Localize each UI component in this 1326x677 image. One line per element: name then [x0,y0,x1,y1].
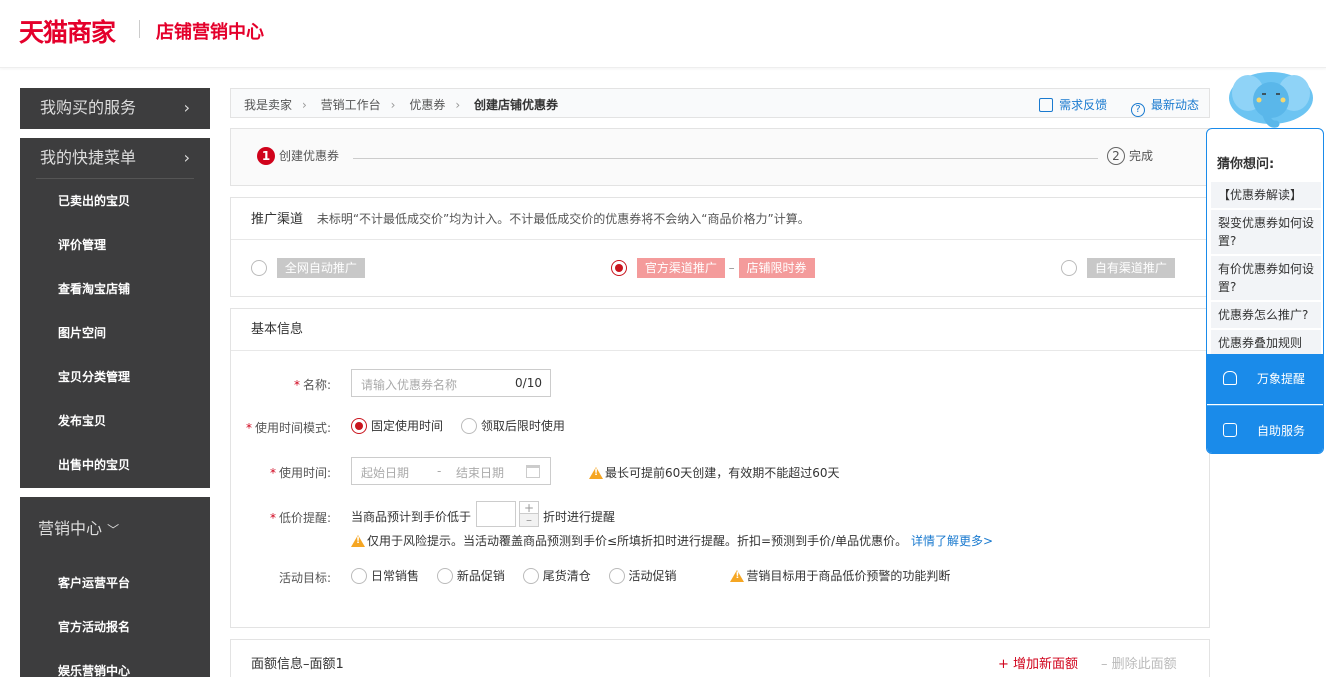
help-panel: 猜你想问: 【优惠券解读】 裂变优惠券如何设置? 有价优惠券如何设置? 优惠券怎… [1206,128,1324,454]
news-link[interactable]: ? 最新动态 [1130,98,1199,117]
tmall-logo[interactable]: 天猫商家 [19,13,116,49]
time-mode-fixed-radio[interactable] [351,418,367,434]
chevron-right-icon: › [302,98,307,112]
crumb-seller[interactable]: 我是卖家 [244,98,292,112]
char-count: 0/10 [515,376,542,390]
sidebar-item-view-shop[interactable]: 查看淘宝店铺 [20,267,210,311]
quick-menu-header[interactable]: 我的快捷菜单 › [20,138,210,178]
top-header: 天猫商家 店铺营销中心 [0,0,1326,68]
help-question[interactable]: 优惠券怎么推广? [1211,302,1321,328]
warning-icon [589,467,603,479]
help-question[interactable]: 有价优惠券如何设置? [1211,256,1321,300]
face-value-title: 面额信息–面额1 [251,657,344,672]
chevron-right-icon: › [390,98,396,112]
sidebar-item-images[interactable]: 图片空间 [20,311,210,355]
channel-option-auto[interactable]: 全网自动推广 [251,258,365,278]
goal-promo-radio[interactable] [608,568,625,584]
step-create: 1 创建优惠券 [257,147,339,165]
warning-icon [351,535,365,547]
channel-note: 未标明“不计最低成交价”均为计入。不计最低成交价的优惠券将不会纳入“商品价格力”… [316,212,810,226]
help-question[interactable]: 优惠券叠加规则 [1211,330,1321,356]
help-question[interactable]: 裂变优惠券如何设置? [1211,210,1321,254]
breadcrumb: 我是卖家 › 营销工作台 › 优惠券 › 创建店铺优惠券 需求反馈 ? 最新动态 [230,88,1210,118]
coupon-name-input[interactable]: 请输入优惠券名称 0/10 [351,369,551,397]
face-value-panel: 面额信息–面额1 + 增加新面额 – 删除此面额 [230,639,1210,677]
sidebar-marketing: 营销中心 ﹀ 客户运营平台 官方活动报名 娱乐营销中心 [20,497,210,677]
crumb-current: 创建店铺优惠券 [473,98,558,112]
learn-more-link[interactable]: 详情了解更多> [911,534,993,548]
edit-icon [1039,98,1054,112]
header-subtitle: 店铺营销中心 [156,22,264,43]
sidebar-services[interactable]: 我购买的服务 › [20,88,210,129]
channel-panel: 推广渠道 未标明“不计最低成交价”均为计入。不计最低成交价的优惠券将不会纳入“商… [230,197,1210,297]
logo-divider [139,20,140,38]
reminder-button[interactable]: 万象提醒 [1207,354,1323,404]
channel-option-official[interactable]: 官方渠道推广 – 店铺限时券 [611,258,815,278]
chat-icon [1223,423,1237,437]
date-range-picker[interactable]: 起始日期 - 结束日期 [351,457,551,485]
goal-daily-radio[interactable] [351,568,367,584]
sidebar-item-on-sale[interactable]: 出售中的宝贝 [20,443,210,487]
question-icon: ? [1130,103,1145,117]
crumb-coupons[interactable]: 优惠券 [409,98,445,112]
step-connector [353,158,1098,159]
radio-selected[interactable] [611,260,627,276]
bell-icon [1223,371,1237,385]
chevron-down-icon: ﹀ [107,523,120,537]
sidebar-item-official-events[interactable]: 官方活动报名 [20,605,210,649]
sidebar-services-label: 我购买的服务 [40,98,137,117]
sidebar-item-sold[interactable]: 已卖出的宝贝 [20,179,210,223]
sidebar-item-customer-ops[interactable]: 客户运营平台 [20,561,210,605]
discount-input[interactable] [476,501,516,527]
delete-face-value-button[interactable]: – 删除此面额 [1101,653,1177,672]
time-mode-after-radio[interactable] [460,418,477,434]
sidebar-item-reviews[interactable]: 评价管理 [20,223,210,267]
radio[interactable] [251,260,267,276]
minus-icon[interactable]: – [520,514,538,526]
chevron-right-icon: › [455,98,461,112]
radio[interactable] [1061,260,1077,276]
sidebar-item-entertainment[interactable]: 娱乐营销中心 [20,649,210,677]
chevron-right-icon: › [183,98,190,117]
goal-new-radio[interactable] [436,568,453,584]
help-title: 猜你想问: [1217,157,1275,172]
basic-info-title: 基本信息 [231,309,1209,351]
channel-title: 推广渠道 [251,212,304,227]
step-done: 2 完成 [1107,147,1153,165]
sidebar-quick-menu: 我的快捷菜单 › 已卖出的宝贝 评价管理 查看淘宝店铺 图片空间 宝贝分类管理 … [20,138,210,488]
progress-steps: 1 创建优惠券 2 完成 [230,128,1210,186]
marketing-header[interactable]: 营销中心 ﹀ [20,497,210,561]
feedback-link[interactable]: 需求反馈 [1039,98,1107,112]
self-service-button[interactable]: 自助服务 [1207,405,1323,453]
goal-clearance-radio[interactable] [522,568,539,584]
crumb-workbench[interactable]: 营销工作台 [321,98,381,112]
elephant-mascot-icon[interactable] [1228,68,1314,130]
channel-option-own[interactable]: 自有渠道推广 [1061,258,1175,278]
sidebar-item-publish[interactable]: 发布宝贝 [20,399,210,443]
sidebar-item-categories[interactable]: 宝贝分类管理 [20,355,210,399]
discount-stepper[interactable]: + – [519,501,539,527]
add-face-value-button[interactable]: + 增加新面额 [998,653,1078,672]
help-question[interactable]: 【优惠券解读】 [1211,182,1321,208]
warning-icon [730,570,745,582]
calendar-icon [526,465,540,478]
chevron-right-icon: › [183,148,190,167]
basic-info-panel: 基本信息 * 名称: 请输入优惠券名称 0/10 * 使用时间模式: 固定使用时间 … [230,308,1210,628]
